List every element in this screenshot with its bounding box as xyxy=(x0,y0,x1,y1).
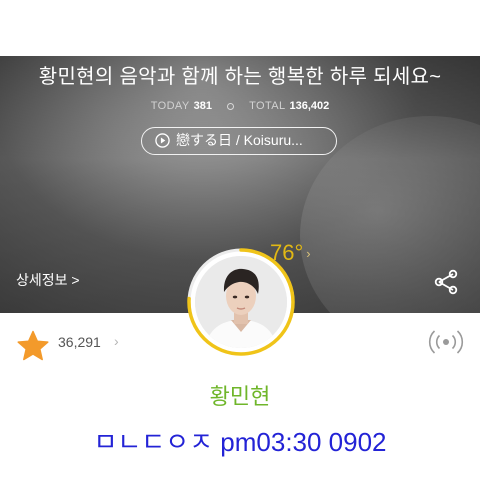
greeting-text: 황민현의 음악과 함께 하는 행복한 하루 되세요~ xyxy=(38,66,442,88)
top-area xyxy=(0,0,480,56)
profile-name: 황민현 xyxy=(209,384,271,409)
song-title: 戀する日 / Koisuru... xyxy=(176,132,303,148)
radio-broadcast-icon[interactable] xyxy=(428,327,464,357)
temperature-indicator[interactable]: 76° › xyxy=(270,240,311,266)
today-count: 381 xyxy=(193,100,212,112)
avatar[interactable] xyxy=(195,256,287,348)
favorites-button[interactable]: 36,291 › xyxy=(16,330,119,367)
total-label: TOTAL xyxy=(249,100,286,112)
share-icon[interactable] xyxy=(432,268,460,296)
avatar-portrait xyxy=(195,256,287,348)
temperature-value: 76° xyxy=(270,240,304,265)
memo-text: ㅁㄴㄷㅇㅈ pm03:30 0902 xyxy=(93,427,387,457)
now-playing-button[interactable]: 戀する日 / Koisuru... xyxy=(141,127,337,155)
visitor-stats: TODAY 381 TOTAL 136,402 xyxy=(0,100,480,112)
detail-info-link[interactable]: 상세정보 > xyxy=(16,270,80,290)
separator-dot xyxy=(227,102,235,110)
favorites-count: 36,291 xyxy=(58,334,101,350)
chevron-right-icon: › xyxy=(114,333,119,349)
total-count: 136,402 xyxy=(289,100,330,112)
chevron-right-icon: › xyxy=(306,246,311,261)
star-icon xyxy=(17,330,49,361)
today-label: TODAY xyxy=(150,100,190,112)
play-icon xyxy=(155,133,170,148)
